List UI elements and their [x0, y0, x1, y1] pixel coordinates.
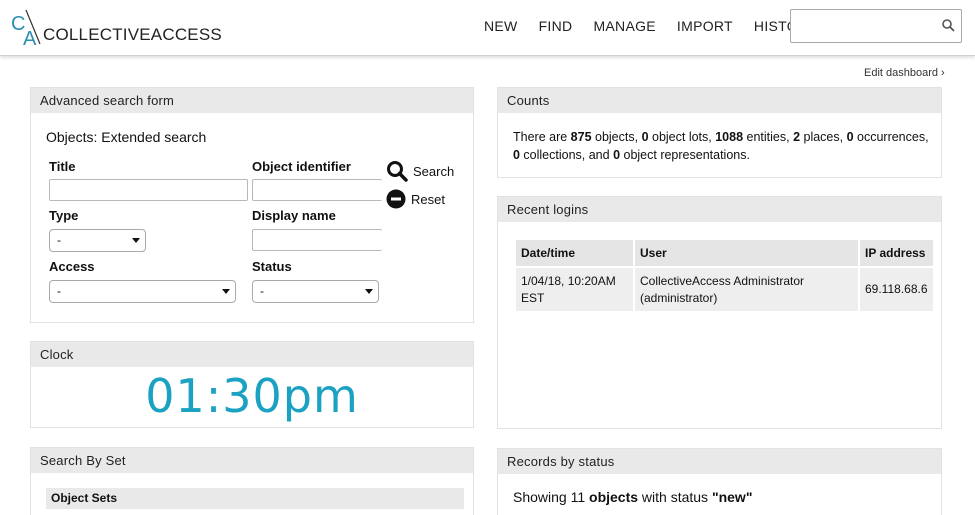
edit-dashboard-link[interactable]: Edit dashboard › — [864, 67, 945, 79]
search-icon — [387, 161, 408, 182]
main-nav: NEW FIND MANAGE IMPORT HISTORY — [484, 18, 839, 34]
access-label: Access — [49, 259, 95, 274]
table-row: 1/04/18, 10:20AM EST CollectiveAccess Ad… — [516, 268, 933, 311]
cell-user: CollectiveAccess Administrator (administ… — [635, 268, 858, 311]
type-label: Type — [49, 208, 79, 223]
display-name-label: Display name — [252, 208, 336, 223]
widget-title: Search By Set — [31, 448, 473, 473]
quick-search-input[interactable] — [797, 11, 937, 41]
quick-search — [790, 9, 962, 43]
nav-import[interactable]: IMPORT — [677, 18, 733, 34]
type-select-value: - — [57, 233, 61, 247]
count-entities: 1088 — [715, 130, 744, 144]
chevron-down-icon — [365, 289, 373, 294]
status-select-value: - — [260, 284, 264, 298]
ca-logo-icon: C A — [11, 9, 41, 48]
top-header: C A COLLECTIVEACCESS NEW FIND MANAGE IMP… — [0, 0, 975, 56]
reset-button[interactable]: Reset — [386, 189, 445, 209]
count-collections: 0 — [513, 148, 520, 162]
widget-title: Counts — [498, 88, 941, 113]
column-header-user: User — [635, 240, 858, 266]
object-sets-header: Object Sets — [46, 488, 464, 509]
status-label: Status — [252, 259, 292, 274]
search-button[interactable]: Search — [386, 160, 454, 182]
collectiveaccess-logo[interactable]: C A COLLECTIVEACCESS — [10, 8, 222, 48]
form-heading: Objects: Extended search — [46, 129, 207, 145]
logo-text: COLLECTIVEACCESS — [43, 25, 222, 44]
count-representations: 0 — [613, 148, 621, 162]
recent-logins-widget: Recent logins Date/time User IP address … — [497, 196, 942, 429]
widget-title: Recent logins — [498, 197, 941, 222]
records-by-status-widget: Records by status Showing 11 objects wit… — [497, 448, 942, 515]
cell-datetime: 1/04/18, 10:20AM EST — [516, 268, 633, 311]
logins-table: Date/time User IP address 1/04/18, 10:20… — [514, 238, 935, 313]
count-object-lots: 0 — [641, 130, 649, 144]
search-by-set-widget: Search By Set Object Sets — [30, 447, 474, 515]
count-occurrences: 0 — [846, 130, 854, 144]
chevron-down-icon — [132, 238, 140, 243]
widget-title: Records by status — [498, 449, 941, 474]
clock-widget: Clock 01:30pm — [30, 341, 474, 428]
nav-new[interactable]: NEW — [484, 18, 518, 34]
minus-circle-icon — [386, 189, 406, 209]
nav-find[interactable]: FIND — [539, 18, 573, 34]
column-header-datetime: Date/time — [516, 240, 633, 266]
access-select[interactable]: - — [49, 280, 236, 303]
counts-summary: There are 875 objects, 0 object lots, 10… — [513, 130, 929, 162]
reset-button-label: Reset — [411, 191, 445, 207]
count-places: 2 — [793, 130, 801, 144]
title-label: Title — [49, 159, 76, 174]
widget-title: Clock — [31, 342, 473, 367]
column-header-ip: IP address — [860, 240, 933, 266]
cell-ip: 69.118.68.6 — [860, 268, 933, 311]
widget-title: Advanced search form — [31, 88, 473, 113]
status-summary: Showing 11 objects with status "new" — [513, 489, 753, 505]
count-objects: 875 — [570, 130, 592, 144]
status-select[interactable]: - — [252, 280, 379, 303]
chevron-down-icon — [222, 289, 230, 294]
advanced-search-widget: Advanced search form Objects: Extended s… — [30, 87, 474, 323]
object-identifier-field[interactable] — [252, 179, 382, 201]
nav-manage[interactable]: MANAGE — [593, 18, 655, 34]
display-name-field[interactable] — [252, 229, 382, 251]
search-icon[interactable] — [942, 19, 955, 32]
search-button-label: Search — [413, 163, 455, 179]
access-select-value: - — [57, 284, 61, 298]
table-header-row: Date/time User IP address — [516, 240, 933, 266]
title-field[interactable] — [49, 179, 248, 201]
object-identifier-label: Object identifier — [252, 159, 351, 174]
counts-widget: Counts There are 875 objects, 0 object l… — [497, 87, 942, 178]
type-select[interactable]: - — [49, 229, 146, 252]
clock-time: 01:30pm — [145, 369, 359, 423]
